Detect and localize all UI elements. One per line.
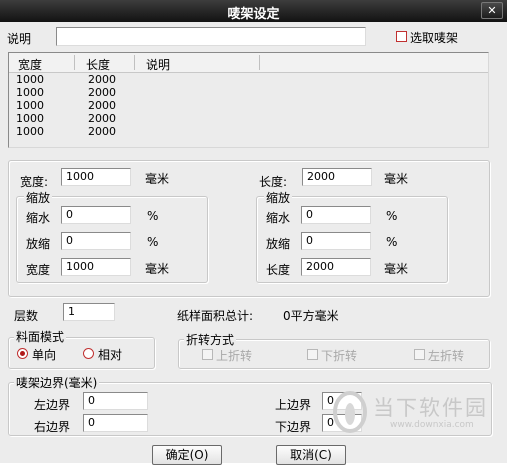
column-width[interactable]: 宽度 [18,56,42,73]
select-marker-checkbox[interactable] [396,31,407,42]
length-label: 长度: [259,175,288,189]
length-result-input[interactable]: 2000 [301,258,371,276]
table-row[interactable]: 1000 2000 [9,73,488,86]
area-label: 纸样面积总计: [177,309,254,323]
cancel-button[interactable]: 取消(C) [276,445,346,465]
fabric-mode-facing-radio[interactable] [83,348,94,359]
title-bar: 唛架设定 ✕ [0,0,507,22]
width-result-input[interactable]: 1000 [61,258,131,276]
cell-length: 2000 [88,99,116,112]
watermark: 当下软件园 www.downxia.com [330,388,500,443]
table-row[interactable]: 1000 2000 [9,99,488,112]
length-stretch-unit: % [386,235,398,249]
cell-length: 2000 [88,73,116,86]
fold-left-checkbox[interactable] [414,349,425,360]
cell-length: 2000 [88,125,116,138]
close-button[interactable]: ✕ [481,2,503,19]
description-input[interactable] [56,27,366,46]
watermark-url: www.downxia.com [390,420,474,430]
width-stretch-label: 放缩 [26,237,51,251]
bottom-margin-label: 下边界 [275,420,312,434]
fabric-mode-facing-label[interactable]: 相对 [98,346,122,363]
fold-down-label[interactable]: 下折转 [321,347,357,364]
length-unit: 毫米 [384,172,409,186]
width-input[interactable]: 1000 [61,168,131,186]
watermark-name: 当下软件园 [373,396,488,420]
fold-mode-title: 折转方式 [184,331,237,348]
table-row[interactable]: 1000 2000 [9,125,488,138]
width-shrink-unit: % [147,209,159,223]
width-result-label: 宽度 [26,263,51,277]
width-result-unit: 毫米 [145,262,170,276]
table-row[interactable]: 1000 2000 [9,86,488,99]
marker-settings-dialog: 唛架设定 ✕ 说明 选取唛架 宽度 长度 说明 1000 2000 1000 2… [0,0,507,465]
description-label: 说明 [7,32,32,46]
cell-width: 1000 [16,112,44,125]
length-stretch-input[interactable]: 0 [301,232,371,250]
length-shrink-unit: % [386,209,398,223]
right-margin-input[interactable]: 0 [83,414,148,432]
fold-up-checkbox[interactable] [202,349,213,360]
select-marker-label[interactable]: 选取唛架 [410,29,458,46]
fabric-mode-one-way-label[interactable]: 单向 [32,346,56,363]
width-shrink-label: 缩水 [26,211,51,225]
fold-down-checkbox[interactable] [307,349,318,360]
area-value: 0平方毫米 [283,309,339,323]
length-input[interactable]: 2000 [302,168,372,186]
dialog-title: 唛架设定 [227,7,280,22]
width-shrink-input[interactable]: 0 [61,206,131,224]
cell-width: 1000 [16,99,44,112]
column-description[interactable]: 说明 [146,56,170,73]
width-stretch-unit: % [147,235,159,249]
table-row[interactable]: 1000 2000 [9,112,488,125]
fold-left-label[interactable]: 左折转 [428,347,464,364]
margins-title: 唛架边界(毫米) [14,374,100,391]
watermark-logo-icon [333,391,367,433]
length-stretch-label: 放缩 [266,237,291,251]
cell-length: 2000 [88,112,116,125]
width-label: 宽度: [20,175,49,189]
right-margin-label: 右边界 [34,420,71,434]
top-margin-label: 上边界 [275,398,312,412]
layers-label: 层数 [14,309,39,323]
layers-input[interactable]: 1 [63,303,115,321]
length-result-label: 长度 [266,263,291,277]
width-unit: 毫米 [145,172,170,186]
list-header: 宽度 长度 说明 [9,53,488,73]
ok-button[interactable]: 确定(O) [152,445,222,465]
length-shrink-label: 缩水 [266,211,291,225]
cell-width: 1000 [16,73,44,86]
left-margin-label: 左边界 [34,398,71,412]
left-margin-input[interactable]: 0 [83,392,148,410]
cell-width: 1000 [16,86,44,99]
width-scale-title: 缩放 [24,189,53,206]
cell-length: 2000 [88,86,116,99]
length-scale-title: 缩放 [264,189,293,206]
width-stretch-input[interactable]: 0 [61,232,131,250]
column-length[interactable]: 长度 [86,56,110,73]
fold-up-label[interactable]: 上折转 [216,347,252,364]
fabric-mode-title: 料面模式 [14,328,67,345]
cell-width: 1000 [16,125,44,138]
marker-list[interactable]: 宽度 长度 说明 1000 2000 1000 2000 1000 2000 1… [8,52,489,148]
length-result-unit: 毫米 [384,262,409,276]
fabric-mode-one-way-radio[interactable] [17,348,28,359]
length-shrink-input[interactable]: 0 [301,206,371,224]
